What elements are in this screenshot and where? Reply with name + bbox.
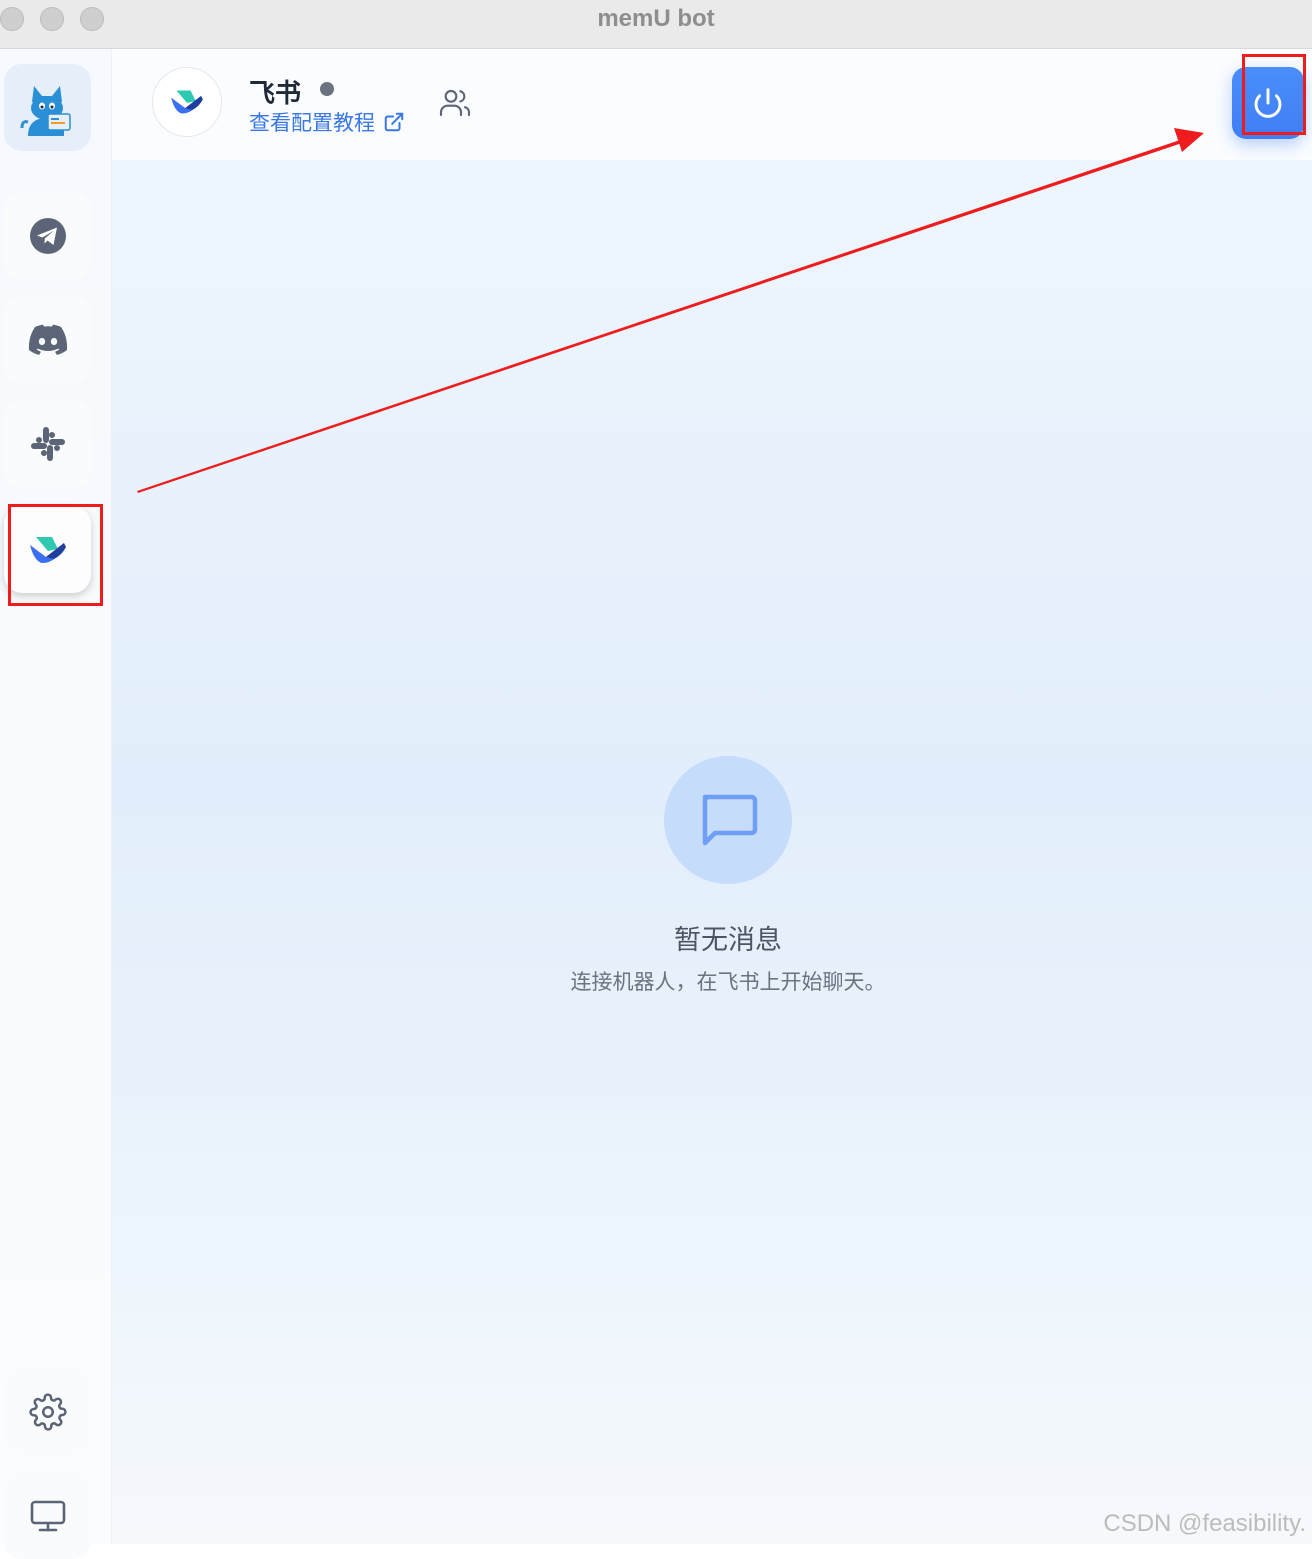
annotation-arrow (137, 128, 1204, 493)
watermark: CSDN @feasibility. (1103, 1510, 1306, 1537)
